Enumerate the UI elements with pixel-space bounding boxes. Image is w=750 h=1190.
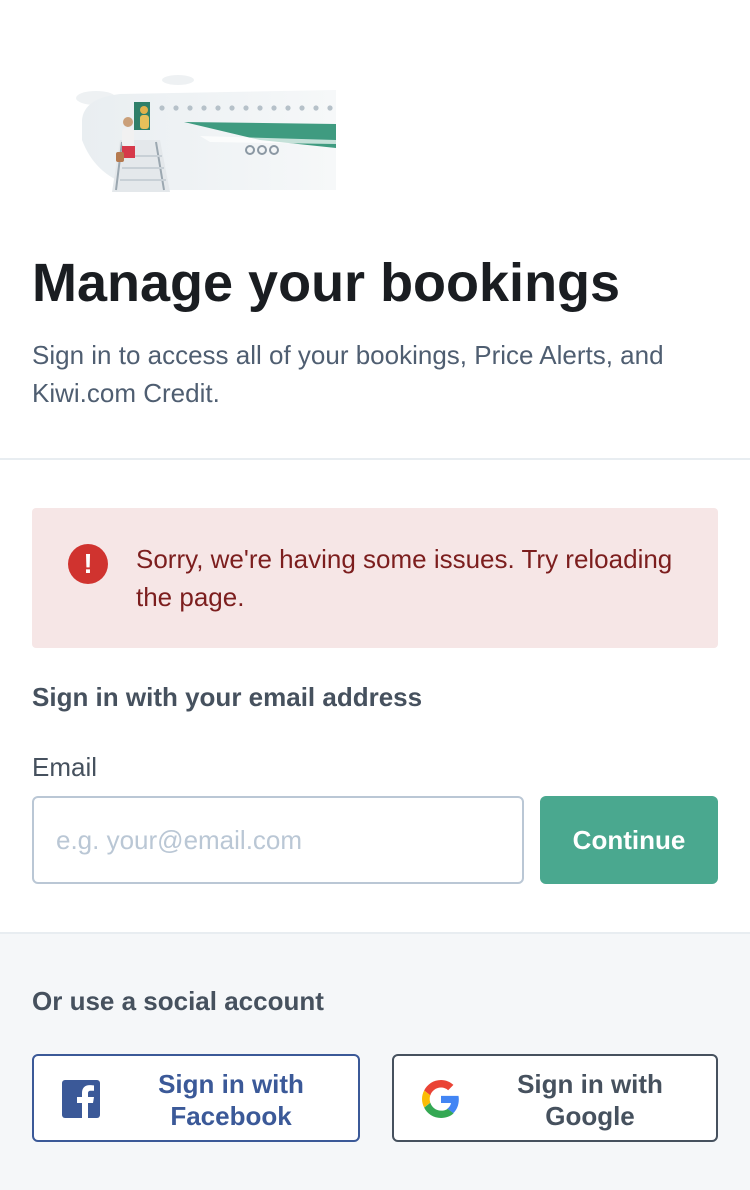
page-title: Manage your bookings [32,253,621,313]
google-sign-in-label: Sign in with Google [517,1069,663,1131]
email-input[interactable] [32,796,524,884]
google-icon [422,1080,459,1118]
social-sign-in-section: Or use a social account Sign in with Fac… [0,932,750,1190]
email-sign-in-heading: Sign in with your email address [32,682,423,712]
facebook-icon [62,1080,100,1118]
error-alert-message: Sorry, we're having some issues. Try rel… [136,544,673,612]
facebook-sign-in-label: Sign in with Facebook [158,1069,304,1131]
facebook-sign-in-button[interactable]: Sign in with Facebook [32,1054,360,1142]
section-divider [0,458,750,460]
page-subtitle: Sign in to access all of your bookings, … [32,340,664,408]
error-alert: ! Sorry, we're having some issues. Try r… [32,508,718,648]
continue-button[interactable]: Continue [540,796,718,884]
google-sign-in-button[interactable]: Sign in with Google [392,1054,718,1142]
social-sign-in-heading: Or use a social account [32,986,324,1016]
airplane-boarding-illustration [76,75,336,192]
exclamation-circle-icon: ! [68,544,108,584]
sign-in-page: Manage your bookings Sign in to access a… [0,0,750,1190]
email-label: Email [32,752,98,782]
